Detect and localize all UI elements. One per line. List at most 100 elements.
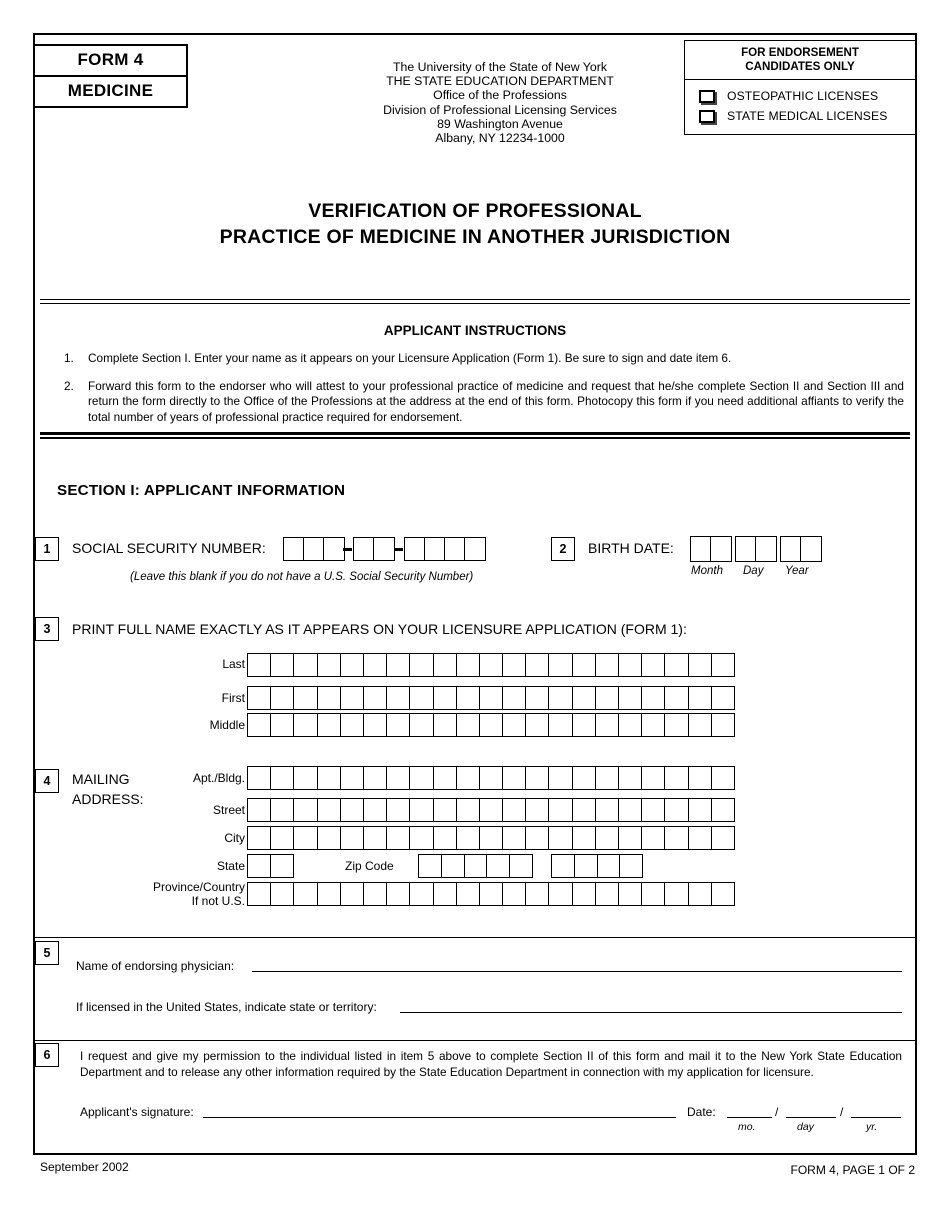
character-cell[interactable] [756, 537, 776, 561]
character-cell[interactable] [487, 855, 511, 877]
character-cell[interactable] [781, 537, 801, 561]
character-cell[interactable] [642, 687, 666, 709]
character-cell[interactable] [294, 687, 318, 709]
character-cell[interactable] [410, 799, 434, 821]
character-cell[interactable] [573, 767, 596, 789]
character-cell[interactable] [248, 714, 272, 736]
character-cell[interactable] [387, 767, 411, 789]
character-cell[interactable] [410, 714, 434, 736]
endorsement-option-osteopathic[interactable]: OSTEOPATHIC LICENSES [685, 86, 915, 106]
character-cell[interactable] [575, 855, 598, 877]
character-cell[interactable] [341, 799, 364, 821]
character-cell[interactable] [364, 767, 388, 789]
character-cell[interactable] [457, 799, 480, 821]
character-cell[interactable] [271, 767, 295, 789]
character-cell[interactable] [642, 654, 666, 676]
character-cell[interactable] [619, 767, 643, 789]
character-cell[interactable] [665, 883, 689, 905]
character-cell[interactable] [480, 687, 504, 709]
character-cell[interactable] [480, 654, 504, 676]
character-cell[interactable] [598, 855, 621, 877]
zip-code-input[interactable] [418, 854, 533, 878]
zip-plus-four-input[interactable] [551, 854, 643, 878]
character-cell[interactable] [665, 767, 689, 789]
checkbox-icon[interactable] [699, 89, 715, 103]
character-cell[interactable] [503, 714, 527, 736]
character-cell[interactable] [341, 827, 364, 849]
character-cell[interactable] [573, 654, 596, 676]
apt-bldg-input[interactable] [247, 766, 735, 790]
character-cell[interactable] [691, 537, 711, 561]
character-cell[interactable] [620, 855, 642, 877]
character-cell[interactable] [457, 767, 480, 789]
character-cell[interactable] [248, 855, 271, 877]
character-cell[interactable] [596, 827, 619, 849]
character-cell[interactable] [689, 714, 712, 736]
character-cell[interactable] [248, 767, 272, 789]
character-cell[interactable] [341, 714, 364, 736]
character-cell[interactable] [573, 883, 596, 905]
character-cell[interactable] [510, 855, 532, 877]
character-cell[interactable] [480, 767, 504, 789]
character-cell[interactable] [549, 714, 573, 736]
character-cell[interactable] [526, 714, 550, 736]
character-cell[interactable] [457, 827, 480, 849]
character-cell[interactable] [284, 538, 304, 560]
birth-month-input[interactable] [690, 536, 732, 562]
character-cell[interactable] [665, 687, 689, 709]
character-cell[interactable] [596, 714, 619, 736]
character-cell[interactable] [271, 855, 293, 877]
birth-day-input[interactable] [735, 536, 777, 562]
character-cell[interactable] [294, 799, 318, 821]
character-cell[interactable] [689, 767, 712, 789]
character-cell[interactable] [619, 687, 643, 709]
character-cell[interactable] [573, 687, 596, 709]
character-cell[interactable] [596, 687, 619, 709]
character-cell[interactable] [642, 883, 666, 905]
character-cell[interactable] [387, 714, 411, 736]
character-cell[interactable] [711, 537, 731, 561]
character-cell[interactable] [573, 714, 596, 736]
character-cell[interactable] [457, 883, 480, 905]
character-cell[interactable] [271, 827, 295, 849]
character-cell[interactable] [271, 687, 295, 709]
date-year-input[interactable] [851, 1117, 901, 1118]
character-cell[interactable] [619, 654, 643, 676]
character-cell[interactable] [410, 767, 434, 789]
character-cell[interactable] [549, 883, 573, 905]
character-cell[interactable] [434, 883, 457, 905]
character-cell[interactable] [712, 767, 734, 789]
character-cell[interactable] [689, 799, 712, 821]
character-cell[interactable] [434, 767, 457, 789]
middle-name-input[interactable] [247, 713, 735, 737]
character-cell[interactable] [248, 883, 272, 905]
character-cell[interactable] [410, 883, 434, 905]
character-cell[interactable] [294, 827, 318, 849]
character-cell[interactable] [318, 883, 341, 905]
character-cell[interactable] [294, 767, 318, 789]
character-cell[interactable] [689, 827, 712, 849]
character-cell[interactable] [642, 767, 666, 789]
character-cell[interactable] [619, 883, 643, 905]
character-cell[interactable] [642, 827, 666, 849]
character-cell[interactable] [596, 767, 619, 789]
character-cell[interactable] [271, 883, 295, 905]
character-cell[interactable] [248, 687, 272, 709]
character-cell[interactable] [712, 714, 734, 736]
character-cell[interactable] [549, 687, 573, 709]
character-cell[interactable] [801, 537, 821, 561]
character-cell[interactable] [457, 714, 480, 736]
character-cell[interactable] [503, 883, 527, 905]
character-cell[interactable] [549, 799, 573, 821]
ssn-input-group-3[interactable] [404, 537, 486, 561]
city-input[interactable] [247, 826, 735, 850]
character-cell[interactable] [526, 767, 550, 789]
character-cell[interactable] [442, 855, 465, 877]
character-cell[interactable] [596, 883, 619, 905]
character-cell[interactable] [457, 687, 480, 709]
character-cell[interactable] [364, 687, 388, 709]
character-cell[interactable] [318, 827, 341, 849]
character-cell[interactable] [387, 687, 411, 709]
character-cell[interactable] [425, 538, 445, 560]
character-cell[interactable] [387, 883, 411, 905]
